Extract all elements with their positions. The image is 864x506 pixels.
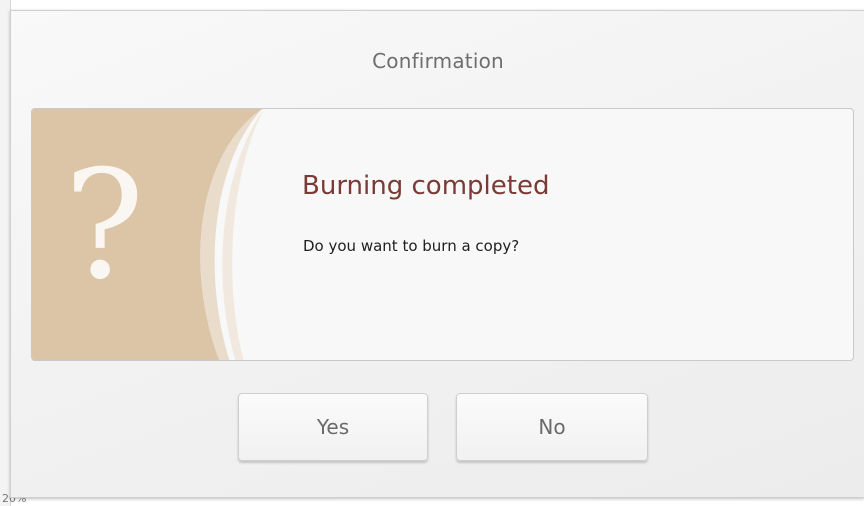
- no-button[interactable]: No: [456, 393, 648, 461]
- confirmation-dialog: Confirmation ? Burning completed Do you …: [10, 10, 864, 498]
- question-mark-icon: ?: [64, 139, 145, 313]
- dialog-title: Confirmation: [372, 49, 504, 73]
- yes-button[interactable]: Yes: [238, 393, 428, 461]
- message-panel: ? Burning completed Do you want to burn …: [31, 108, 854, 361]
- message-body: Do you want to burn a copy?: [303, 237, 520, 255]
- message-heading: Burning completed: [302, 171, 550, 201]
